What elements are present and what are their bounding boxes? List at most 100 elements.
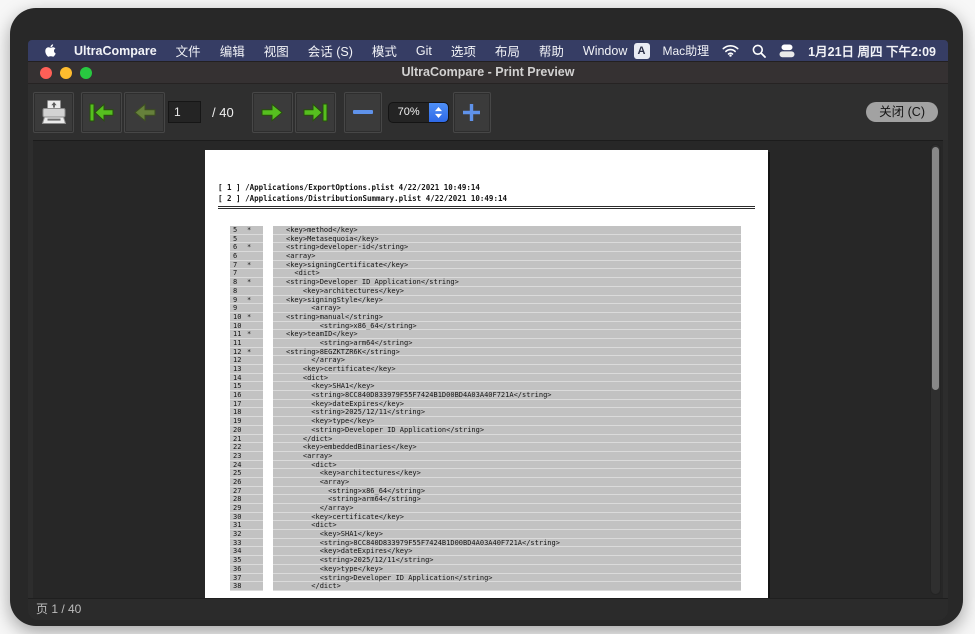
menu-item-10[interactable]: 帮助 [539,41,564,60]
menu-item-11[interactable]: Window [583,44,627,58]
previous-page-icon [131,101,158,124]
diff-row: 6*<string>developer-id</string> [205,243,768,252]
diff-row: 30 <key>certificate</key> [205,513,768,522]
wifi-icon[interactable] [722,44,739,57]
diff-row: 21 </dict> [205,435,768,444]
assistant-menu-item[interactable]: Mac助理 [663,42,710,59]
page-number-input[interactable] [168,101,201,123]
line-number: 5* [230,226,263,235]
zoom-out-button[interactable] [344,92,382,133]
line-number: 12 [230,356,263,365]
line-number: 29 [230,504,263,513]
diff-row: 33 <string>8CC840D833979F55F7424B1D00BD4… [205,539,768,548]
menu-bar: UltraCompare 文件编辑视图会话 (S) 模式 Git 选项布局帮助 Windo… [28,40,948,61]
last-page-icon [302,101,329,124]
code-text: <dict> [273,521,741,530]
line-number: 11* [230,330,263,339]
input-method-icon[interactable]: A [634,43,650,59]
line-number: 8 [230,287,263,296]
first-page-button[interactable] [81,92,122,133]
code-text: <key>Metasequoia</key> [273,235,741,244]
change-marker: * [247,313,251,322]
diff-row: 11*<key>teamID</key> [205,330,768,339]
diff-row: 13 <key>certificate</key> [205,365,768,374]
code-text: <dict> [273,461,741,470]
last-page-button[interactable] [295,92,336,133]
zoom-window-button[interactable] [80,67,92,79]
code-text: <string>Developer ID Application</string… [273,278,741,287]
change-marker: * [247,261,251,270]
close-window-button[interactable] [40,67,52,79]
menu-extra-icon[interactable] [779,44,795,58]
preview-viewport[interactable]: [ 1 ] /Applications/ExportOptions.plist … [33,140,943,598]
diff-row: 16 <string>8CC840D833979F55F7424B1D00BD4… [205,391,768,400]
line-number: 24 [230,461,263,470]
stepper-icon [429,103,448,122]
code-text: <string>arm64</string> [273,339,741,348]
line-number: 9* [230,296,263,305]
code-text: <key>embeddedBinaries</key> [273,443,741,452]
line-number: 23 [230,452,263,461]
code-text: <string>manual</string> [273,313,741,322]
minimize-window-button[interactable] [60,67,72,79]
code-text: <string>8CC840D833979F55F7424B1D00BD4A03… [273,391,741,400]
line-number: 15 [230,382,263,391]
line-number: 8* [230,278,263,287]
minus-icon [353,110,373,114]
line-number: 13 [230,365,263,374]
code-text: <string>x86_64</string> [273,487,741,496]
next-page-button[interactable] [252,92,293,133]
print-button[interactable] [33,92,74,133]
previous-page-button[interactable] [124,92,165,133]
screen: UltraCompare 文件编辑视图会话 (S) 模式 Git 选项布局帮助 Windo… [28,40,948,620]
code-text: <key>certificate</key> [273,513,741,522]
code-text: <string>2025/12/11</string> [273,408,741,417]
menu-item-2[interactable]: 文件 [176,41,201,60]
menu-item-8[interactable]: 选项 [451,41,476,60]
line-number: 28 [230,495,263,504]
diff-row: 38 </dict> [205,582,768,591]
close-preview-button[interactable]: 关闭 (C) [866,102,938,122]
code-text: <string>8CC840D833979F55F7424B1D00BD4A03… [273,539,741,548]
code-text: <key>type</key> [273,565,741,574]
zoom-in-button[interactable] [453,92,491,133]
line-number: 7 [230,269,263,278]
menu-item-5[interactable]: 会话 (S) [308,41,353,60]
scrollbar-thumb[interactable] [932,147,939,390]
menu-item-4[interactable]: 视图 [264,41,289,60]
code-text: <key>SHA1</key> [273,382,741,391]
page-total-label: / 40 [212,105,234,120]
change-marker: * [247,226,251,235]
menu-item-1[interactable]: UltraCompare [74,44,157,58]
line-number: 37 [230,574,263,583]
apple-menu-icon[interactable] [44,43,57,58]
line-number: 31 [230,521,263,530]
menu-item-9[interactable]: 布局 [495,41,520,60]
code-text: </array> [273,504,741,513]
diff-row: 10* <string>manual</string> [205,313,768,322]
code-text: <dict> [273,374,741,383]
change-marker: * [247,348,251,357]
diff-row: 35 <string>2025/12/11</string> [205,556,768,565]
code-text: <key>dateExpires</key> [273,547,741,556]
line-number: 16 [230,391,263,400]
menu-bar-clock[interactable]: 1月21日 周四 下午2:09 [808,41,936,60]
menu-item-6[interactable]: 模式 [372,41,397,60]
vertical-scrollbar[interactable] [930,144,941,595]
line-number: 38 [230,582,263,591]
line-number: 10* [230,313,263,322]
diff-row: 34 <key>dateExpires</key> [205,547,768,556]
code-text: <key>dateExpires</key> [273,400,741,409]
diff-row: 28 <string>arm64</string> [205,495,768,504]
menu-item-3[interactable]: 编辑 [220,41,245,60]
line-number: 22 [230,443,263,452]
line-number: 18 [230,408,263,417]
code-text: <array> [273,304,741,313]
menu-item-7[interactable]: Git [416,44,432,58]
search-icon[interactable] [752,44,766,58]
diff-row: 37 <string>Developer ID Application</str… [205,574,768,583]
line-number: 12* [230,348,263,357]
code-text: </dict> [273,435,741,444]
line-number: 26 [230,478,263,487]
zoom-select[interactable]: 70% [388,102,449,123]
